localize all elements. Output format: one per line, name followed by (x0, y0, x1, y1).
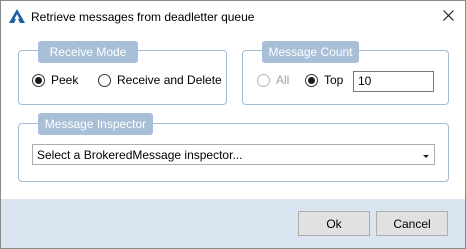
radio-selected-dot (308, 76, 315, 84)
radio-selected-dot (35, 76, 42, 84)
top-radio[interactable]: Top (305, 73, 343, 87)
app-logo-icon (9, 9, 25, 23)
all-radio[interactable]: All (257, 73, 289, 87)
receive-and-delete-radio-label: Receive and Delete (117, 73, 222, 87)
peek-radio[interactable]: Peek (32, 73, 78, 87)
top-radio-circle (305, 73, 318, 87)
ok-button[interactable]: Ok (298, 211, 370, 236)
title-bar: Retrieve messages from deadletter queue (1, 1, 465, 32)
all-radio-circle (257, 73, 270, 87)
peek-radio-circle (32, 73, 45, 87)
close-icon (442, 9, 454, 24)
message-count-label: Message Count (262, 41, 359, 63)
message-inspector-label: Message Inspector (38, 113, 153, 135)
message-inspector-select[interactable]: Select a BrokeredMessage inspector... (32, 144, 435, 165)
receive-and-delete-radio-circle (98, 73, 111, 87)
cancel-button[interactable]: Cancel (376, 211, 448, 236)
receive-mode-label: Receive Mode (38, 41, 138, 63)
button-bar: Ok Cancel (1, 199, 465, 248)
receive-and-delete-radio[interactable]: Receive and Delete (98, 73, 222, 87)
top-count-input[interactable]: 10 (353, 71, 434, 92)
peek-radio-label: Peek (51, 73, 79, 87)
close-button[interactable] (431, 1, 465, 32)
message-inspector-select-value: Select a BrokeredMessage inspector... (37, 147, 243, 162)
top-radio-label: Top (324, 73, 344, 87)
all-radio-label: All (276, 73, 290, 87)
window-title: Retrieve messages from deadletter queue (31, 10, 255, 24)
dialog-window: Retrieve messages from deadletter queue … (0, 0, 466, 249)
dropdown-arrow-icon (421, 150, 431, 160)
